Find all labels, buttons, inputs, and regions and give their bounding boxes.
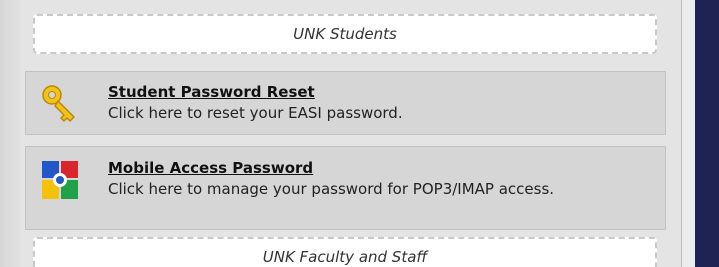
key-icon [40, 82, 80, 126]
right-border [681, 0, 695, 267]
mobile-access-text: Mobile Access Password Click here to man… [108, 158, 651, 200]
password-reset-text: Student Password Reset Click here to res… [108, 82, 651, 124]
google-apps-icon [40, 159, 80, 203]
student-password-reset-panel[interactable]: Student Password Reset Click here to res… [25, 71, 666, 135]
password-reset-description: Click here to reset your EASI password. [108, 104, 403, 122]
mobile-access-description: Click here to manage your password for P… [108, 180, 555, 198]
mobile-access-password-panel[interactable]: Mobile Access Password Click here to man… [25, 146, 666, 230]
section-header-unk-faculty-staff: UNK Faculty and Staff [33, 237, 657, 267]
section-header-label: UNK Students [293, 25, 397, 43]
mobile-access-password-link[interactable]: Mobile Access Password [108, 158, 651, 179]
navy-side-bar [695, 0, 719, 267]
section-header-label: UNK Faculty and Staff [262, 248, 428, 266]
student-password-reset-link[interactable]: Student Password Reset [108, 82, 651, 103]
section-header-unk-students: UNK Students [33, 14, 657, 54]
left-margin [0, 0, 20, 267]
page: UNK Students Student Password Reset Clic… [0, 0, 719, 267]
